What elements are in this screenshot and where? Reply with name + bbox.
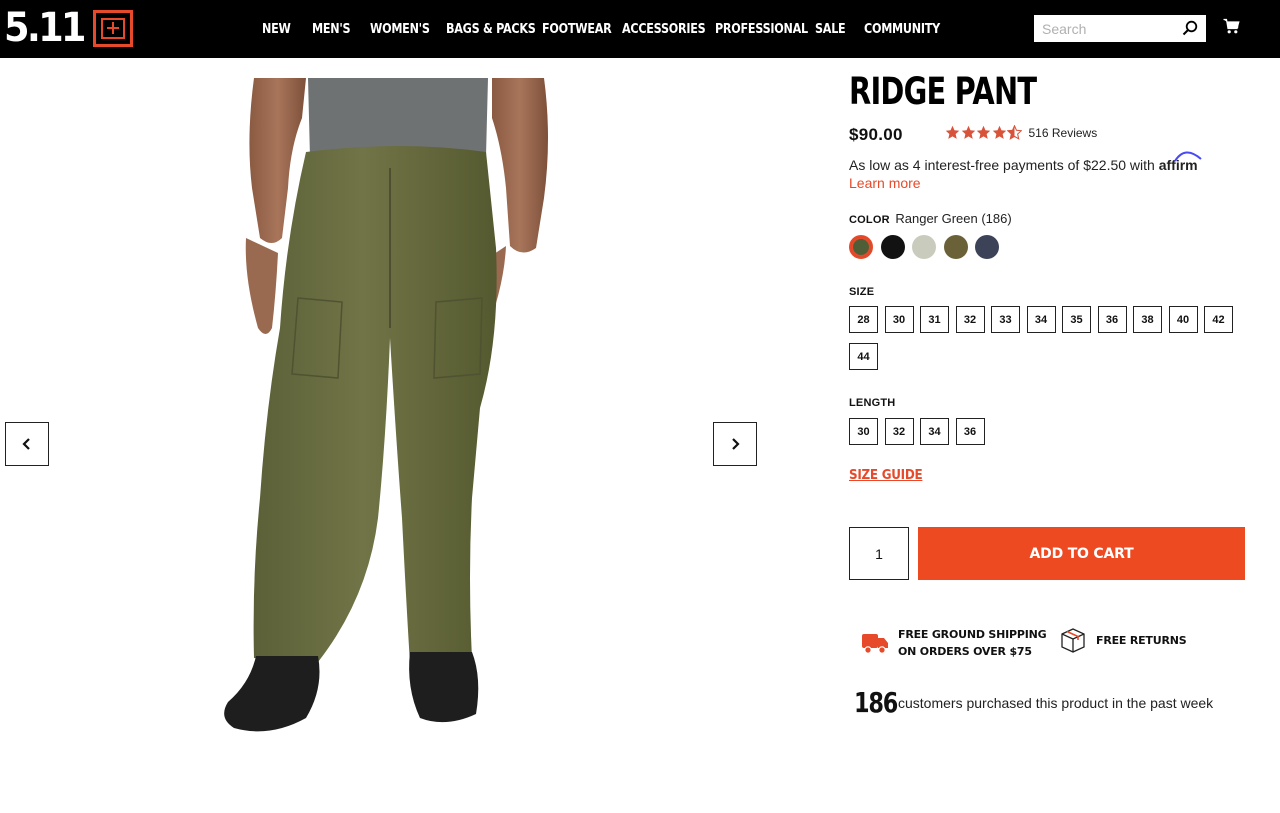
size-option[interactable]: 44: [849, 343, 878, 370]
shipping-line-2: ON ORDERS OVER $75: [898, 645, 1032, 658]
purchase-text: customers purchased this product in the …: [898, 694, 1214, 711]
learn-more-link[interactable]: Learn more: [849, 175, 921, 191]
size-guide-link[interactable]: SIZE GUIDE: [849, 468, 923, 483]
product-gallery: [0, 58, 790, 813]
size-label: SIZE: [849, 286, 875, 298]
gallery-next-button[interactable]: [713, 422, 757, 466]
logo-emblem-icon: [93, 10, 133, 47]
size-option[interactable]: 42: [1204, 306, 1233, 333]
size-option[interactable]: 33: [991, 306, 1020, 333]
size-option[interactable]: 38: [1133, 306, 1162, 333]
size-option[interactable]: 30: [884, 306, 914, 333]
size-options: 28 30 31 32 33 34 35 36 38 40 42 44: [849, 306, 1249, 380]
truck-icon: [862, 634, 888, 654]
star-icon: [945, 125, 960, 139]
gallery-prev-button[interactable]: [5, 422, 49, 466]
cart-icon[interactable]: [1223, 18, 1240, 35]
size-option[interactable]: 28: [849, 306, 878, 333]
quantity-input[interactable]: 1: [849, 527, 909, 580]
main-nav: NEW MEN'S WOMEN'S BAGS & PACKS FOOTWEAR …: [262, 0, 952, 58]
nav-item-footwear[interactable]: FOOTWEAR: [542, 22, 612, 37]
star-icon: [961, 125, 975, 139]
length-label: LENGTH: [849, 397, 896, 409]
returns-text: FREE RETURNS: [1096, 633, 1187, 647]
size-option[interactable]: 34: [1026, 306, 1056, 333]
chevron-right-icon: [732, 438, 740, 450]
nav-item-bags-packs[interactable]: BAGS & PACKS: [446, 22, 536, 37]
box-icon: [1061, 628, 1085, 653]
affirm-logo: affirm: [1159, 151, 1202, 173]
free-returns-perk: FREE RETURNS: [1059, 626, 1187, 654]
nav-item-professional[interactable]: PROFESSIONAL: [715, 22, 808, 37]
length-option[interactable]: 34: [920, 418, 949, 445]
nav-item-community[interactable]: COMMUNITY: [864, 22, 940, 37]
color-swatch[interactable]: [880, 235, 905, 259]
nav-item-accessories[interactable]: ACCESSORIES: [622, 22, 706, 37]
color-value: Ranger Green (186): [895, 211, 1012, 226]
free-shipping-perk: FREE GROUND SHIPPING ON ORDERS OVER $75: [861, 626, 1047, 660]
color-swatch[interactable]: [849, 235, 873, 259]
size-option[interactable]: 35: [1062, 306, 1091, 333]
size-option[interactable]: 32: [955, 306, 985, 333]
logo-text: 5.11: [4, 5, 87, 51]
product-image: [224, 78, 548, 732]
color-label: COLOR: [849, 214, 890, 226]
color-swatch[interactable]: [943, 235, 968, 259]
product-price: $90.00: [849, 125, 903, 144]
product-title: RIDGE PANT: [849, 70, 1037, 113]
star-icon: [976, 125, 991, 139]
length-option[interactable]: 32: [884, 418, 914, 445]
add-to-cart-button[interactable]: ADD TO CART: [918, 527, 1245, 580]
shipping-line-1: FREE GROUND SHIPPING: [898, 628, 1047, 641]
social-proof: 186 customers purchased this product in …: [854, 686, 1213, 719]
nav-item-new[interactable]: NEW: [262, 22, 291, 37]
nav-item-womens[interactable]: WOMEN'S: [370, 22, 430, 37]
brand-logo[interactable]: 5.11: [4, 5, 133, 51]
length-options: 30 32 34 36: [849, 418, 991, 455]
reviews-link[interactable]: 516 Reviews: [1029, 126, 1098, 140]
color-row: COLOR Ranger Green (186): [849, 211, 1012, 226]
rating-stars[interactable]: 516 Reviews: [945, 125, 1097, 140]
search-box: [1034, 15, 1206, 42]
size-option[interactable]: 40: [1168, 306, 1198, 333]
nav-item-sale[interactable]: SALE: [815, 22, 846, 37]
nav-item-mens[interactable]: MEN'S: [312, 22, 351, 37]
affirm-text: As low as 4 interest-free payments of $2…: [849, 157, 1155, 173]
color-swatches: [849, 235, 1007, 259]
top-header: 5.11 NEW MEN'S WOMEN'S BAGS & PACKS FOOT…: [0, 0, 1280, 58]
star-icon: [992, 125, 1006, 139]
purchase-count: 186: [854, 686, 898, 719]
search-input[interactable]: [1034, 15, 1174, 42]
size-option[interactable]: 31: [920, 306, 949, 333]
color-swatch[interactable]: [975, 235, 999, 259]
length-option[interactable]: 36: [955, 418, 985, 445]
length-option[interactable]: 30: [849, 418, 878, 445]
chevron-left-icon: [22, 438, 30, 450]
color-swatch[interactable]: [912, 235, 936, 259]
affirm-message: As low as 4 interest-free payments of $2…: [849, 151, 1202, 173]
search-icon[interactable]: [1182, 20, 1198, 36]
size-option[interactable]: 36: [1097, 306, 1127, 333]
star-half-icon: [1007, 125, 1022, 140]
